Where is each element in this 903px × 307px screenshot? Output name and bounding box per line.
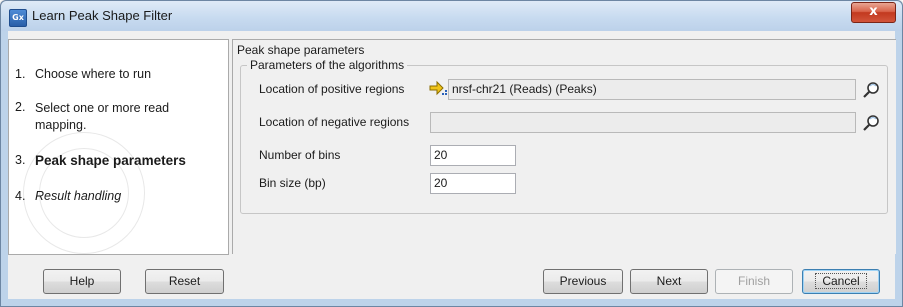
app-icon: Gx (9, 9, 27, 27)
next-button[interactable]: Next (630, 269, 708, 294)
bin-size-label: Bin size (bp) (259, 176, 326, 190)
step-4: 4. Result handling (15, 189, 205, 203)
help-button[interactable]: Help (43, 269, 121, 294)
reset-button[interactable]: Reset (145, 269, 224, 294)
dialog-body: 1. Choose where to run 2. Select one or mo… (8, 31, 896, 299)
number-of-bins-label: Number of bins (259, 148, 341, 162)
browse-icon[interactable] (862, 80, 882, 100)
wizard-steps-panel: 1. Choose where to run 2. Select one or mo… (8, 39, 229, 255)
step-2: 2. Select one or more read mapping. (15, 100, 195, 134)
step-label: Choose where to run (35, 67, 152, 81)
parameters-panel: Peak shape parameters Parameters of the … (232, 39, 896, 254)
step-number: 4. (15, 189, 26, 203)
close-icon: x (869, 4, 878, 19)
window-title: Learn Peak Shape Filter (32, 8, 173, 23)
step-number: 1. (15, 67, 26, 81)
previous-button[interactable]: Previous (543, 269, 623, 294)
step-label: Select one or more read mapping. (35, 101, 170, 132)
bin-size-input[interactable]: 20 (430, 173, 516, 194)
negative-regions-label: Location of negative regions (259, 115, 410, 129)
track-icon (428, 78, 448, 98)
number-of-bins-input[interactable]: 20 (430, 145, 516, 166)
negative-regions-field[interactable] (430, 112, 856, 133)
step-label: Peak shape parameters (35, 153, 186, 168)
positive-regions-field[interactable]: nrsf-chr21 (Reads) (Peaks) (448, 79, 856, 100)
step-number: 3. (15, 153, 26, 167)
step-number: 2. (15, 100, 26, 114)
step-1: 1. Choose where to run (15, 67, 205, 81)
algorithm-parameters-group: Parameters of the algorithms Location of… (240, 58, 888, 214)
dialog-window: Gx Learn Peak Shape Filter x 1. Choose wh… (0, 0, 903, 307)
positive-regions-label: Location of positive regions (259, 82, 405, 96)
close-button[interactable]: x (851, 2, 896, 23)
cancel-label: Cancel (815, 273, 867, 289)
browse-icon[interactable] (862, 113, 882, 133)
step-label: Result handling (35, 189, 122, 203)
finish-button: Finish (715, 269, 793, 294)
title-bar[interactable]: Gx Learn Peak Shape Filter x (1, 1, 902, 31)
step-3: 3. Peak shape parameters (15, 153, 205, 168)
group-title: Parameters of the algorithms (247, 58, 408, 72)
cancel-button[interactable]: Cancel (802, 269, 880, 294)
section-title: Peak shape parameters (237, 43, 365, 57)
